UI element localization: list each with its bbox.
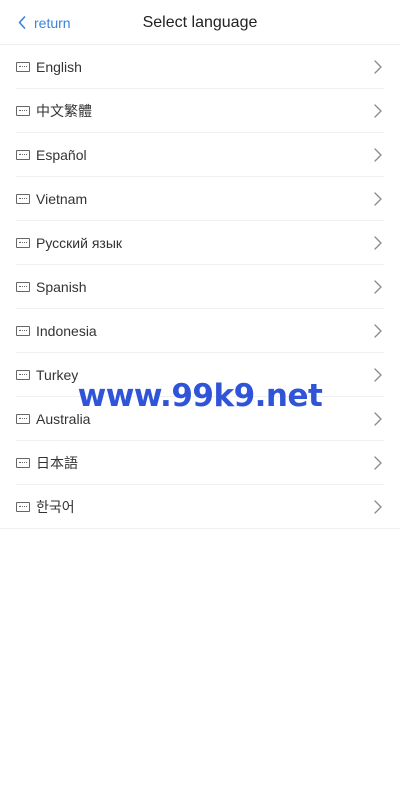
language-label: Русский язык <box>36 234 123 251</box>
keyboard-icon <box>16 369 30 380</box>
language-item-vietnam[interactable]: Vietnam <box>16 177 384 221</box>
chevron-right-icon <box>374 367 382 382</box>
language-item-english[interactable]: English <box>16 45 384 89</box>
language-item-indonesia[interactable]: Indonesia <box>16 309 384 353</box>
keyboard-icon <box>16 413 30 424</box>
language-label: Australia <box>36 410 91 427</box>
keyboard-icon <box>16 501 30 512</box>
language-label: 中文繁體 <box>36 102 92 119</box>
language-label: Vietnam <box>36 190 88 207</box>
keyboard-icon <box>16 457 30 468</box>
language-item-traditional-chinese[interactable]: 中文繁體 <box>16 89 384 133</box>
chevron-right-icon <box>374 455 382 470</box>
chevron-right-icon <box>374 235 382 250</box>
chevron-right-icon <box>374 147 382 162</box>
language-item-korean[interactable]: 한국어 <box>0 485 400 529</box>
keyboard-icon <box>16 149 30 160</box>
language-label: Español <box>36 146 87 163</box>
chevron-right-icon <box>374 499 382 514</box>
chevron-left-icon <box>18 16 26 29</box>
chevron-right-icon <box>374 103 382 118</box>
chevron-right-icon <box>374 191 382 206</box>
language-item-australia[interactable]: Australia <box>16 397 384 441</box>
keyboard-icon <box>16 105 30 116</box>
keyboard-icon <box>16 193 30 204</box>
language-item-japanese[interactable]: 日本語 <box>16 441 384 485</box>
chevron-right-icon <box>374 59 382 74</box>
keyboard-icon <box>16 61 30 72</box>
language-label: Indonesia <box>36 322 97 339</box>
language-label: Spanish <box>36 278 87 295</box>
chevron-right-icon <box>374 411 382 426</box>
keyboard-icon <box>16 281 30 292</box>
language-label: Turkey <box>36 366 79 383</box>
back-button[interactable]: return <box>18 0 71 45</box>
keyboard-icon <box>16 325 30 336</box>
header-bar: return Select language <box>0 0 400 45</box>
keyboard-icon <box>16 237 30 248</box>
language-item-espanol[interactable]: Español <box>16 133 384 177</box>
language-label: 日本語 <box>36 454 78 471</box>
language-item-russian[interactable]: Русский язык <box>16 221 384 265</box>
language-label: English <box>36 58 82 75</box>
chevron-right-icon <box>374 279 382 294</box>
language-item-spanish[interactable]: Spanish <box>16 265 384 309</box>
language-label: 한국어 <box>36 498 75 515</box>
chevron-right-icon <box>374 323 382 338</box>
language-item-turkey[interactable]: Turkey <box>16 353 384 397</box>
back-label: return <box>34 14 71 31</box>
language-list: English 中文繁體 Español Vietnam Русский язы… <box>0 45 400 529</box>
